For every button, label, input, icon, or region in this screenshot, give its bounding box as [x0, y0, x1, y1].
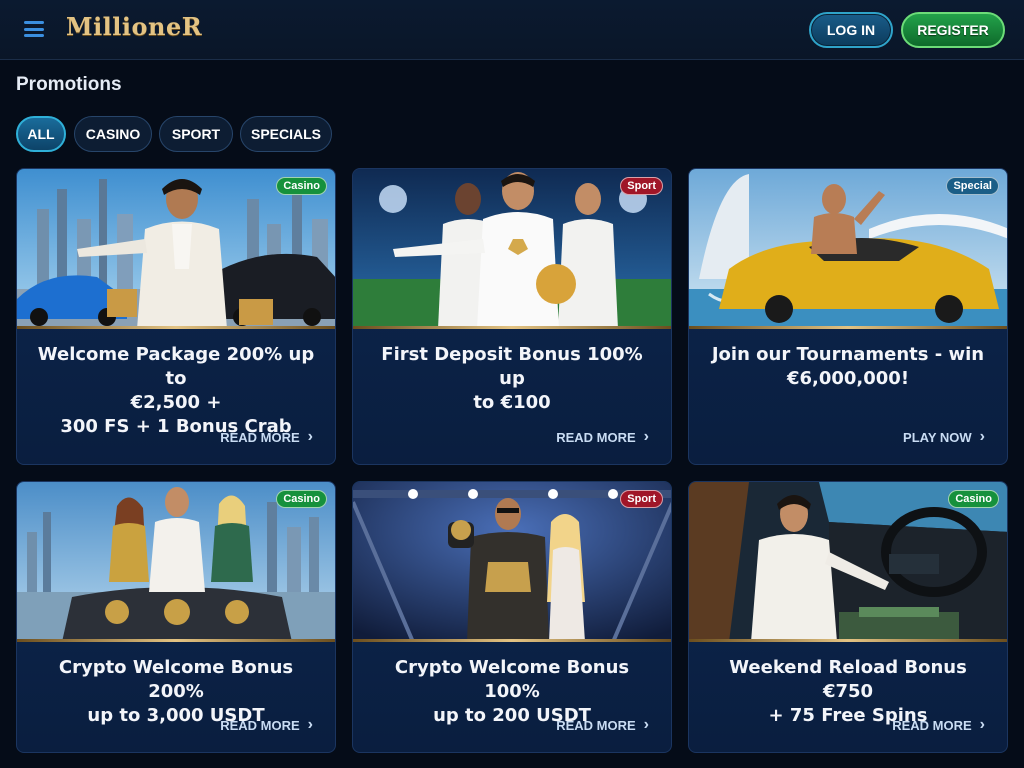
promo-badge: Casino — [276, 490, 327, 508]
promo-image-crypto-car: Casino — [17, 482, 335, 642]
promo-cta-link[interactable]: READ MORE › — [556, 428, 649, 446]
promo-card-weekend-reload[interactable]: Casino Weekend Reload Bonus €750 + 75 Fr… — [688, 481, 1008, 753]
promo-card-crypto-welcome-sport[interactable]: Sport Crypto Welcome Bonus 100% up to 20… — [352, 481, 672, 753]
chevron-right-icon: › — [643, 428, 649, 445]
promo-image-football-stadium: Sport — [353, 169, 671, 329]
site-logo[interactable]: MillioneR — [66, 12, 202, 41]
promo-image-car-interior: Casino — [689, 482, 1007, 642]
promo-title: Join our Tournaments - win €6,000,000! — [711, 344, 985, 389]
promo-badge: Casino — [948, 490, 999, 508]
promo-cta-label: READ MORE — [220, 429, 300, 445]
promo-badge: Sport — [620, 177, 663, 195]
register-button[interactable]: REGISTER — [901, 12, 1005, 48]
promo-cta-label: READ MORE — [556, 717, 636, 733]
promo-cta-link[interactable]: READ MORE › — [556, 716, 649, 734]
promo-title: First Deposit Bonus 100% up to €100 — [381, 344, 643, 413]
promo-cta-label: READ MORE — [556, 429, 636, 445]
promo-image-casino-city: Casino — [17, 169, 335, 329]
chevron-right-icon: › — [979, 716, 985, 733]
promo-badge: Special — [946, 177, 999, 195]
promo-title: Welcome Package 200% up to €2,500 + 300 … — [37, 344, 315, 437]
chevron-right-icon: › — [307, 428, 313, 445]
promo-image-sports-car: Special — [689, 169, 1007, 329]
site-header: MillioneR LOG IN REGISTER — [0, 0, 1024, 60]
promo-cta-label: READ MORE — [220, 717, 300, 733]
page-title: Promotions — [16, 74, 122, 95]
chevron-right-icon: › — [643, 716, 649, 733]
promo-badge: Sport — [620, 490, 663, 508]
tab-specials[interactable]: SPECIALS — [240, 116, 332, 152]
menu-icon[interactable] — [24, 21, 44, 37]
login-button[interactable]: LOG IN — [809, 12, 893, 48]
promo-badge: Casino — [276, 177, 327, 195]
promo-card-tournaments[interactable]: Special Join our Tournaments - win €6,00… — [688, 168, 1008, 465]
promo-cta-link[interactable]: READ MORE › — [892, 716, 985, 734]
promo-cta-link[interactable]: PLAY NOW › — [903, 428, 985, 446]
promo-card-crypto-welcome-casino[interactable]: Casino Crypto Welcome Bonus 200% up to 3… — [16, 481, 336, 753]
promo-cta-label: READ MORE — [892, 717, 972, 733]
promo-card-first-deposit[interactable]: Sport First Deposit Bonus 100% up to €10… — [352, 168, 672, 465]
chevron-right-icon: › — [979, 428, 985, 445]
tab-all[interactable]: ALL — [16, 116, 66, 152]
promo-image-fight-arena: Sport — [353, 482, 671, 642]
promo-cta-label: PLAY NOW — [903, 429, 972, 445]
promo-cta-link[interactable]: READ MORE › — [220, 716, 313, 734]
promo-cta-link[interactable]: READ MORE › — [220, 428, 313, 446]
promo-card-welcome-package[interactable]: Casino Welcome Package 200% up to €2,500… — [16, 168, 336, 465]
chevron-right-icon: › — [307, 716, 313, 733]
tab-sport[interactable]: SPORT — [159, 116, 233, 152]
tab-casino[interactable]: CASINO — [74, 116, 152, 152]
